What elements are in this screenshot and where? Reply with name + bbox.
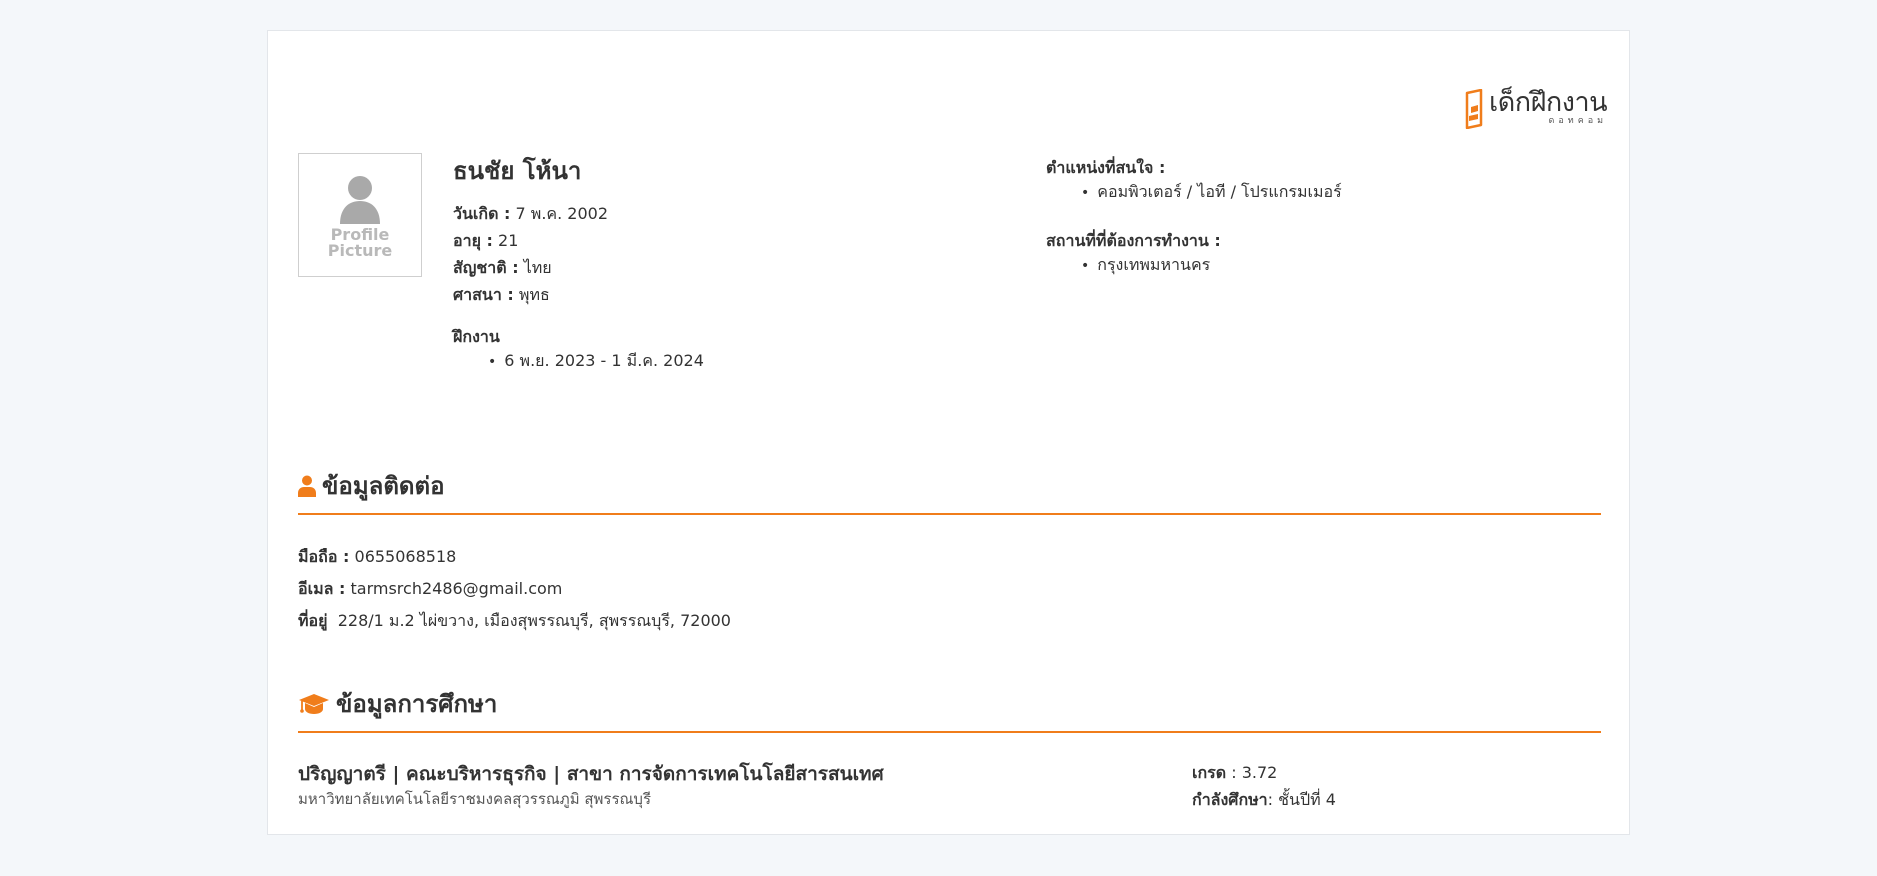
contact-section-header: ข้อมูลติดต่อ xyxy=(298,471,1601,515)
email-value: tarmsrch2486@gmail.com xyxy=(350,579,563,598)
degree-info: ปริญญาตรี | คณะบริหารธุรกิจ | สาขา การจั… xyxy=(298,763,884,785)
age-value: 21 xyxy=(498,231,519,250)
logo-name: เด็กฝึกงาน xyxy=(1489,87,1608,118)
contact-info: มือถือ : 0655068518 อีเมล : tarmsrch2486… xyxy=(298,541,731,637)
education-details: ปริญญาตรี | คณะบริหารธุรกิจ | สาขา การจั… xyxy=(298,761,884,811)
education-section-header: ข้อมูลการศึกษา xyxy=(298,689,1601,733)
internship-label: ฝึกงาน xyxy=(453,327,500,346)
education-section-title: ข้อมูลการศึกษา xyxy=(336,690,498,718)
site-logo[interactable]: เด็กฝึกงาน ดอทคอม xyxy=(1464,87,1608,129)
positions-label: ตำแหน่งที่สนใจ : xyxy=(1046,158,1166,177)
locations-label: สถานที่ที่ต้องการทำงาน : xyxy=(1046,231,1221,250)
study-status-value: : ชั้นปีที่ 4 xyxy=(1267,790,1336,809)
contact-section-title: ข้อมูลติดต่อ xyxy=(322,472,445,500)
graduation-cap-icon xyxy=(299,694,329,714)
study-status-row: กำลังศึกษา: ชั้นปีที่ 4 xyxy=(1192,790,1336,809)
address-value: 228/1 ม.2 ไผ่ขวาง, เมืองสุพรรณบุรี, สุพร… xyxy=(337,611,731,630)
nationality-row: สัญชาติ : ไทย xyxy=(453,258,552,277)
gpa-value: : 3.72 xyxy=(1231,763,1278,782)
education-status: เกรด : 3.72 กำลังศึกษา: ชั้นปีที่ 4 xyxy=(1192,759,1336,813)
internship-list: 6 พ.ย. 2023 - 1 มี.ค. 2024 xyxy=(488,349,704,374)
list-item: 6 พ.ย. 2023 - 1 มี.ค. 2024 xyxy=(488,349,704,374)
resume-card: เด็กฝึกงาน ดอทคอม Profile Picture ธนชัย … xyxy=(267,30,1630,835)
nationality-value: ไทย xyxy=(523,258,552,277)
list-item: กรุงเทพมหานคร xyxy=(1081,253,1342,278)
phone-row: มือถือ : 0655068518 xyxy=(298,547,457,566)
birthdate-value: 7 พ.ค. 2002 xyxy=(515,204,609,223)
logo-subtitle: ดอทคอม xyxy=(1548,116,1608,126)
birthdate-row: วันเกิด : 7 พ.ค. 2002 xyxy=(453,204,609,223)
book-logo-icon xyxy=(1465,89,1483,129)
person-silhouette-icon xyxy=(340,176,380,224)
religion-value: พุทธ xyxy=(518,285,550,304)
user-icon xyxy=(298,475,316,497)
university-name: มหาวิทยาลัยเทคโนโลยีราชมงคลสุวรรณภูมิ สุ… xyxy=(298,790,651,808)
profile-info: ธนชัย โห้นา วันเกิด : 7 พ.ค. 2002 อายุ :… xyxy=(453,156,704,374)
candidate-name: ธนชัย โห้นา xyxy=(453,157,582,185)
locations-list: กรุงเทพมหานคร xyxy=(1081,253,1342,278)
profile-picture: Profile Picture xyxy=(298,153,422,277)
phone-value: 0655068518 xyxy=(354,547,457,566)
positions-list: คอมพิวเตอร์ / ไอที / โปรแกรมเมอร์ xyxy=(1081,180,1341,205)
address-row: ที่อยู่ 228/1 ม.2 ไผ่ขวาง, เมืองสุพรรณบุ… xyxy=(298,611,731,630)
email-row: อีเมล : tarmsrch2486@gmail.com xyxy=(298,579,563,598)
age-row: อายุ : 21 xyxy=(453,231,519,250)
religion-row: ศาสนา : พุทธ xyxy=(453,285,550,304)
gpa-row: เกรด : 3.72 xyxy=(1192,763,1278,782)
list-item: คอมพิวเตอร์ / ไอที / โปรแกรมเมอร์ xyxy=(1081,180,1341,205)
avatar-placeholder-text: Profile Picture xyxy=(327,225,393,260)
job-preferences: ตำแหน่งที่สนใจ : คอมพิวเตอร์ / ไอที / โป… xyxy=(1046,156,1342,302)
